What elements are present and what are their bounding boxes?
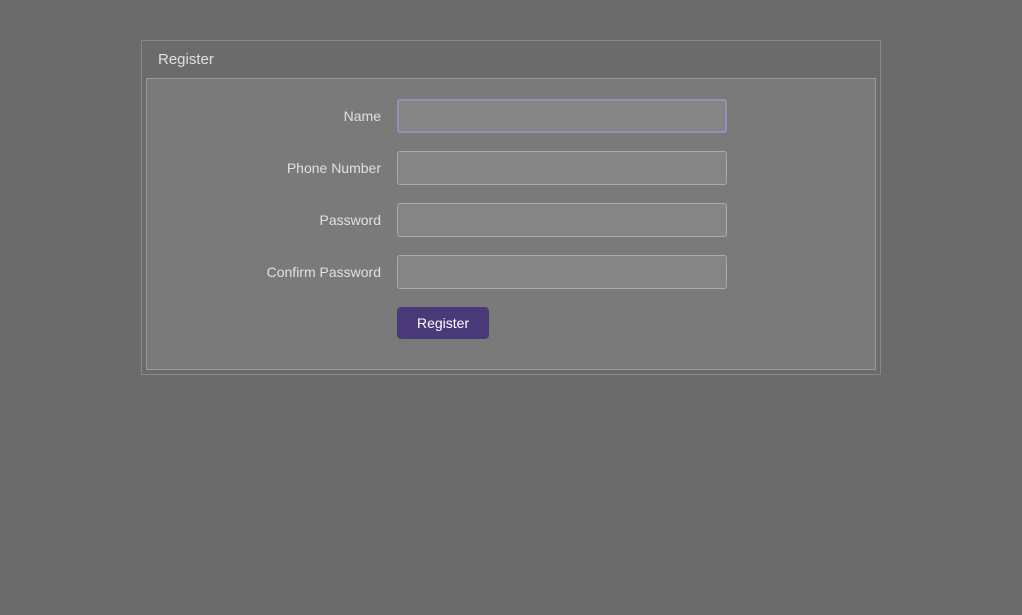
register-button[interactable]: Register	[397, 307, 489, 339]
phone-label: Phone Number	[177, 160, 397, 176]
confirm-password-input[interactable]	[397, 255, 727, 289]
name-label: Name	[177, 108, 397, 124]
confirm-password-label: Confirm Password	[177, 264, 397, 280]
name-row: Name	[177, 99, 845, 133]
form-card: Name Phone Number Password Confirm Passw…	[146, 78, 876, 370]
page-title-bar: Register	[142, 41, 880, 78]
page-title: Register	[158, 51, 214, 68]
confirm-password-row: Confirm Password	[177, 255, 845, 289]
outer-container: Register Name Phone Number Password Conf…	[141, 40, 881, 375]
phone-input[interactable]	[397, 151, 727, 185]
phone-row: Phone Number	[177, 151, 845, 185]
button-row: Register	[177, 307, 845, 339]
name-input[interactable]	[397, 99, 727, 133]
password-row: Password	[177, 203, 845, 237]
password-label: Password	[177, 212, 397, 228]
password-input[interactable]	[397, 203, 727, 237]
